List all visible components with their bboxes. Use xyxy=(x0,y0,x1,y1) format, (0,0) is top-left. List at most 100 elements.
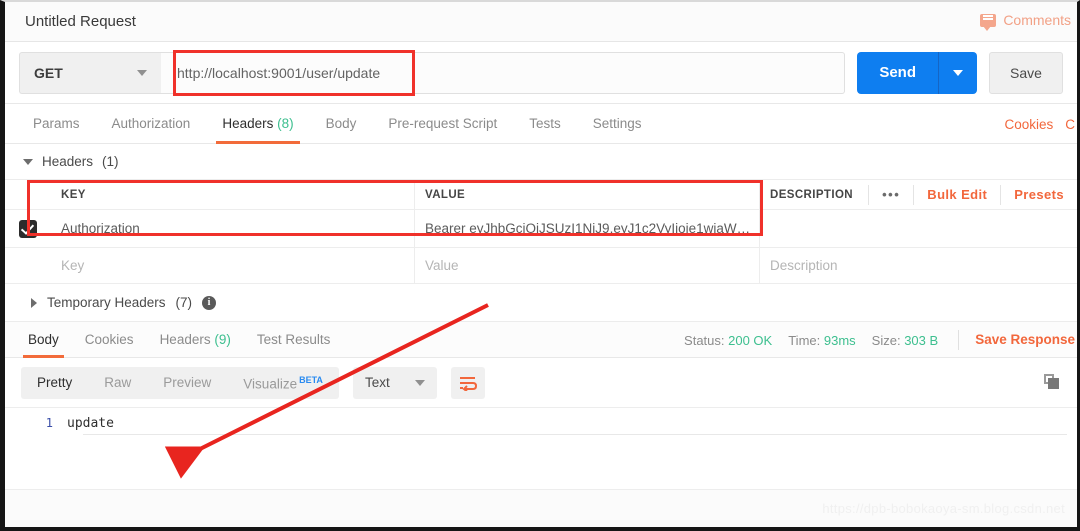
comments-button[interactable]: Comments xyxy=(980,12,1071,31)
cookies-link[interactable]: Cookies xyxy=(1004,117,1053,132)
code-line-divider xyxy=(83,434,1067,435)
status-value: 200 OK xyxy=(728,332,773,348)
status-label: Status: xyxy=(684,332,725,348)
tab-headers[interactable]: Headers (8) xyxy=(206,104,309,144)
size-value: 303 B xyxy=(904,332,939,348)
column-header-value: VALUE xyxy=(415,180,760,209)
table-row[interactable]: Authorization Bearer eyJhbGciOiJSUzI1NiJ… xyxy=(5,210,1077,248)
tab-label: Headers xyxy=(222,115,274,131)
time-value: 93ms xyxy=(823,332,856,348)
select-all-cell xyxy=(5,180,51,209)
table-row-placeholder[interactable]: Key Value Description xyxy=(5,248,1077,284)
code-link[interactable]: C xyxy=(1065,117,1075,132)
response-body-text[interactable]: update xyxy=(67,416,114,431)
bulk-edit-button[interactable]: Bulk Edit xyxy=(913,184,1000,205)
temporary-headers-toggle[interactable]: Temporary Headers (7) i xyxy=(5,284,1077,322)
method-value: GET xyxy=(34,64,63,81)
postman-window: Untitled Request Comments GET http://loc… xyxy=(0,0,1080,531)
row-checkbox[interactable] xyxy=(19,219,37,238)
response-tab-body[interactable]: Body xyxy=(15,322,72,358)
word-wrap-button[interactable] xyxy=(450,366,485,399)
tab-label: Settings xyxy=(592,115,642,131)
view-pretty[interactable]: Pretty xyxy=(21,367,88,399)
response-tab-headers[interactable]: Headers (9) xyxy=(147,322,244,358)
temporary-headers-count: (7) xyxy=(175,295,193,310)
time-label: Time: xyxy=(788,332,821,348)
response-view-switcher: Pretty Raw Preview Visualize BETA xyxy=(21,364,339,401)
column-header-key: KEY xyxy=(51,180,415,209)
page-title: Untitled Request xyxy=(25,13,136,30)
url-input[interactable]: http://localhost:9001/user/update xyxy=(161,51,846,94)
header-key-cell[interactable]: Authorization xyxy=(51,210,415,247)
status-badge: Status: 200 OK xyxy=(684,333,772,348)
code-line: 1 update xyxy=(5,416,1077,431)
column-header-description-label: DESCRIPTION xyxy=(770,188,853,201)
tab-count: (8) xyxy=(277,115,294,131)
view-visualize-label: Visualize xyxy=(243,376,298,392)
comment-icon xyxy=(980,13,997,31)
chevron-down-icon xyxy=(137,69,147,76)
headers-section-label: Headers xyxy=(42,154,94,169)
response-tab-cookies[interactable]: Cookies xyxy=(72,322,147,358)
header-description-cell[interactable] xyxy=(760,210,1077,247)
triangle-right-icon xyxy=(31,297,37,308)
line-number: 1 xyxy=(45,416,53,430)
headers-table: KEY VALUE DESCRIPTION ••• Bulk Edit Pres… xyxy=(5,180,1077,284)
method-select[interactable]: GET xyxy=(19,51,161,94)
placeholder-description-input[interactable]: Description xyxy=(760,248,1077,283)
tab-label: Params xyxy=(33,115,80,131)
tab-body[interactable]: Body xyxy=(310,104,373,144)
size-badge: Size: 303 B xyxy=(872,333,939,348)
tab-authorization[interactable]: Authorization xyxy=(96,104,207,144)
tab-label: Cookies xyxy=(84,331,134,347)
send-options-button[interactable] xyxy=(939,69,977,76)
save-response-button[interactable]: Save Response xyxy=(958,330,1075,350)
tab-label: Tests xyxy=(529,115,561,131)
save-label: Save xyxy=(1010,64,1042,81)
placeholder-key-input[interactable]: Key xyxy=(51,248,415,283)
tab-label: Headers xyxy=(159,331,211,347)
tab-settings[interactable]: Settings xyxy=(577,104,658,144)
temporary-headers-label: Temporary Headers xyxy=(47,295,166,310)
tab-label: Authorization xyxy=(111,115,191,131)
url-bar: GET http://localhost:9001/user/update Se… xyxy=(5,42,1077,104)
copy-icon-back xyxy=(1048,378,1059,389)
time-badge: Time: 93ms xyxy=(788,333,855,348)
view-raw[interactable]: Raw xyxy=(88,367,147,399)
tab-pre-request-script[interactable]: Pre-request Script xyxy=(372,104,513,144)
tab-label: Pre-request Script xyxy=(388,115,498,131)
tab-label: Body xyxy=(325,115,357,131)
tab-tests[interactable]: Tests xyxy=(513,104,577,144)
tab-params[interactable]: Params xyxy=(17,104,96,144)
column-header-description: DESCRIPTION ••• Bulk Edit Presets xyxy=(760,180,1077,209)
table-header-row: KEY VALUE DESCRIPTION ••• Bulk Edit Pres… xyxy=(5,180,1077,210)
send-label: Send xyxy=(857,51,939,94)
response-format-value: Text xyxy=(364,375,390,390)
view-preview[interactable]: Preview xyxy=(147,367,227,399)
response-body-toolbar: Pretty Raw Preview Visualize BETA Text xyxy=(5,358,1077,408)
tab-count: (9) xyxy=(214,331,231,347)
info-icon[interactable]: i xyxy=(202,295,217,310)
presets-button[interactable]: Presets xyxy=(1000,184,1077,205)
row-checkbox-cell[interactable] xyxy=(5,210,51,247)
tab-label: Body xyxy=(28,331,59,347)
response-format-select[interactable]: Text xyxy=(352,366,437,399)
placeholder-checkbox-cell[interactable] xyxy=(5,248,51,283)
headers-section-count: (1) xyxy=(102,154,119,169)
more-options-icon[interactable]: ••• xyxy=(868,184,913,205)
headers-table-actions: ••• Bulk Edit Presets xyxy=(868,184,1077,205)
headers-section-toggle[interactable]: Headers (1) xyxy=(5,144,1077,180)
request-title-bar: Untitled Request Comments xyxy=(5,2,1077,42)
save-button[interactable]: Save xyxy=(989,51,1063,94)
chevron-down-icon xyxy=(953,69,963,76)
response-tab-test-results[interactable]: Test Results xyxy=(244,322,344,358)
footer-bar: https://dpb-bobokaoya-sm.blog.csdn.net xyxy=(5,489,1077,527)
beta-badge: BETA xyxy=(299,375,323,386)
header-value-cell[interactable]: Bearer eyJhbGciOiJSUzI1NiJ9.eyJ1c2VyIjoi… xyxy=(415,210,760,247)
size-label: Size: xyxy=(871,332,901,348)
copy-button[interactable] xyxy=(1044,374,1059,389)
view-visualize[interactable]: Visualize BETA xyxy=(227,364,339,401)
placeholder-value-input[interactable]: Value xyxy=(415,248,760,283)
send-button[interactable]: Send xyxy=(857,51,977,94)
triangle-down-icon xyxy=(23,158,33,165)
